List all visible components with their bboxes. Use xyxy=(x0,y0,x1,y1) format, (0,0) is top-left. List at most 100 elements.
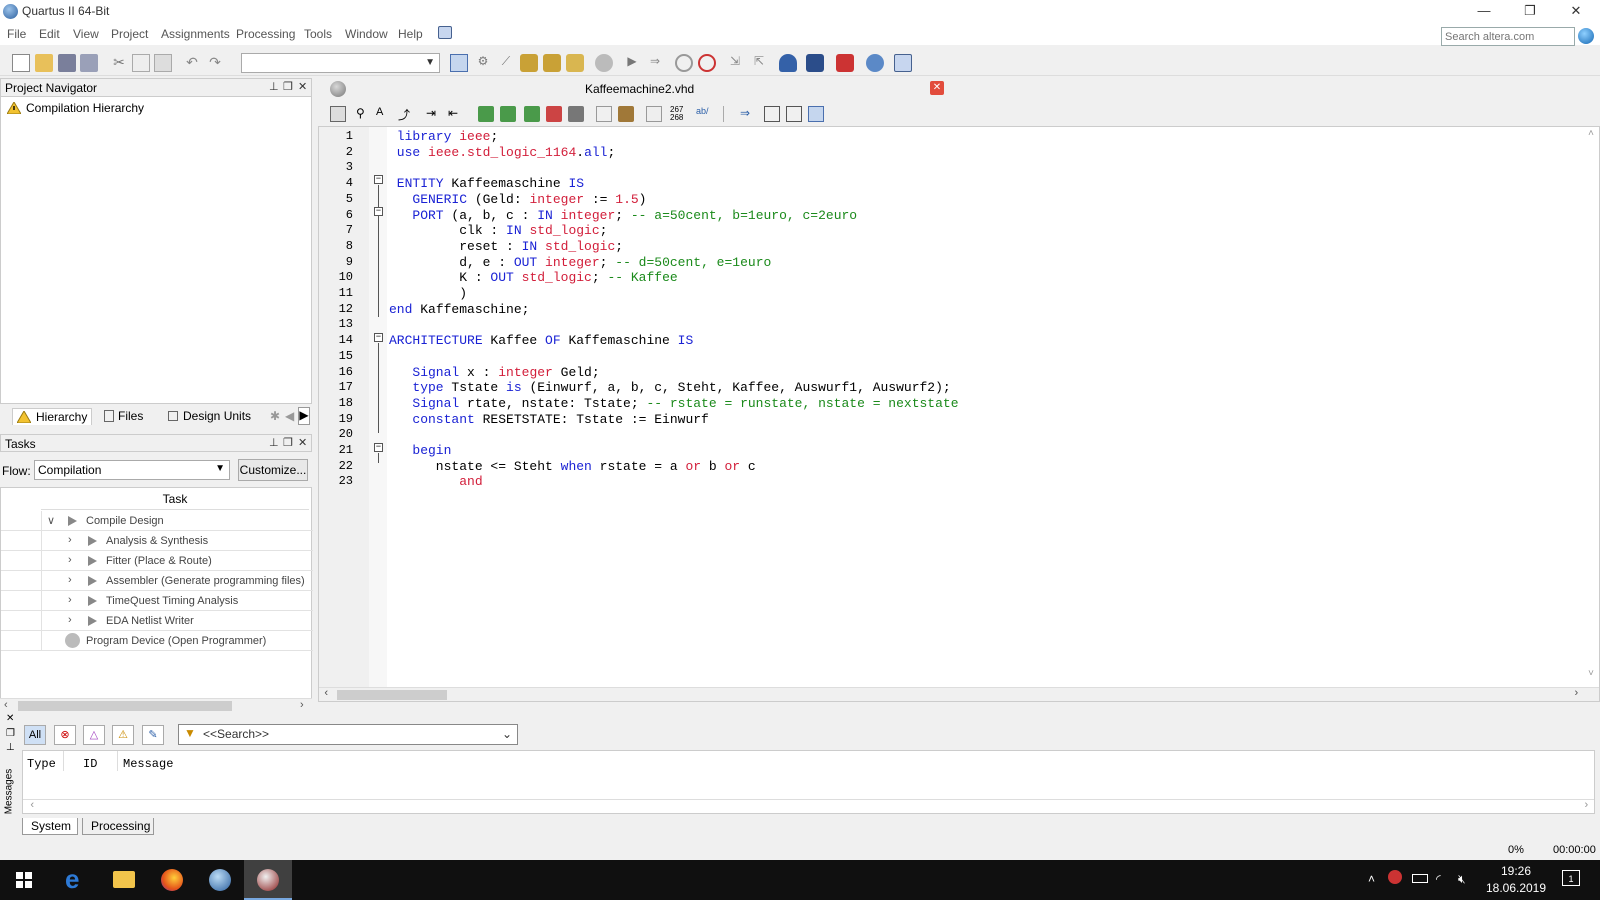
rtl-viewer-icon[interactable]: ⇲ xyxy=(726,54,744,72)
undo-icon[interactable]: ↶ xyxy=(183,54,201,72)
tab-system[interactable]: System xyxy=(22,818,78,835)
menu-tools[interactable]: Tools xyxy=(304,27,332,41)
editor-vscrollbar[interactable]: ˄ ˅ xyxy=(1585,127,1599,687)
revision-combo[interactable]: ▼ xyxy=(241,53,440,73)
stop-icon[interactable] xyxy=(595,54,613,72)
hierarchy-toggle-icon[interactable] xyxy=(450,54,468,72)
next-bookmark-icon[interactable] xyxy=(500,106,516,122)
find-icon[interactable]: ⚲ xyxy=(356,106,372,122)
taskbar-firefox[interactable] xyxy=(148,860,196,900)
menu-edit[interactable]: Edit xyxy=(39,27,60,41)
menu-file[interactable]: File xyxy=(7,27,26,41)
code-line[interactable]: type Tstate is (Einwurf, a, b, c, Steht,… xyxy=(389,380,950,395)
taskbar-clock[interactable]: 19:26 18.06.2019 xyxy=(1484,863,1548,897)
scroll-right-icon[interactable]: › xyxy=(1583,800,1590,812)
show-fold-icon[interactable] xyxy=(808,106,824,122)
code-line[interactable]: Signal x : integer Geld; xyxy=(389,365,599,380)
find-replace-icon[interactable]: A xyxy=(376,106,392,122)
expand-icon[interactable]: › xyxy=(68,554,72,566)
menu-project[interactable]: Project xyxy=(111,27,148,41)
scroll-thumb[interactable] xyxy=(18,701,232,711)
tab-design-units[interactable]: Design Units xyxy=(168,409,251,423)
task-row-program-device[interactable]: Program Device (Open Programmer) xyxy=(1,631,313,651)
analysis-icon[interactable] xyxy=(566,54,584,72)
expand-icon[interactable]: › xyxy=(68,534,72,546)
scroll-right-icon[interactable]: › xyxy=(1573,688,1580,700)
messages-hscrollbar[interactable]: ‹ › xyxy=(23,799,1594,813)
code-line[interactable]: ARCHITECTURE Kaffee OF Kaffemaschine IS xyxy=(389,333,693,348)
notification-center-icon[interactable]: 1 xyxy=(1562,870,1580,886)
code-line[interactable]: reset : IN std_logic; xyxy=(389,239,623,254)
programmer-icon[interactable] xyxy=(65,633,80,648)
filter-critical-icon[interactable]: △ xyxy=(83,725,105,745)
tab-files[interactable]: Files xyxy=(104,409,143,423)
wifi-icon[interactable]: ◜ xyxy=(1436,872,1441,886)
expand-all-icon[interactable] xyxy=(786,106,802,122)
code-line[interactable]: and xyxy=(389,474,482,489)
bookmark-icon[interactable] xyxy=(478,106,494,122)
fold-toggle-icon[interactable]: − xyxy=(374,175,383,184)
play-icon[interactable] xyxy=(88,536,97,546)
task-row-compile-design[interactable]: ∨ Compile Design xyxy=(1,511,313,531)
scroll-left-icon[interactable]: ‹ xyxy=(29,800,36,812)
filter-all-button[interactable]: All xyxy=(24,725,46,745)
scroll-down-icon[interactable]: ˅ xyxy=(1588,669,1594,680)
tray-app-icon[interactable] xyxy=(1388,870,1402,884)
taskbar-explorer[interactable] xyxy=(100,860,148,900)
code-line[interactable]: nstate <= Steht when rstate = a or b or … xyxy=(389,459,756,474)
messages-close-icon[interactable]: ✕ xyxy=(6,713,14,724)
toggle-comment-icon[interactable] xyxy=(646,106,662,122)
indent-icon[interactable]: ⇥ xyxy=(426,106,442,122)
chevron-down-icon[interactable]: ⌄ xyxy=(502,727,512,741)
start-analysis-icon[interactable]: ⇒ xyxy=(646,54,664,72)
tab-hierarchy[interactable]: Hierarchy xyxy=(12,408,93,425)
scroll-up-icon[interactable]: ˄ xyxy=(1588,129,1594,140)
menu-processing[interactable]: Processing xyxy=(236,27,295,41)
fold-toggle-icon[interactable]: − xyxy=(374,207,383,216)
chip-planner-icon[interactable] xyxy=(520,54,538,72)
start-compilation-icon[interactable]: ▶ xyxy=(623,54,641,72)
tasks-hscrollbar[interactable]: ‹ › xyxy=(0,698,312,712)
feedback-icon[interactable] xyxy=(894,54,912,72)
outdent-icon[interactable]: ⇤ xyxy=(448,106,464,122)
scroll-left-icon[interactable]: ‹ xyxy=(323,688,330,700)
code-line[interactable]: library ieee; xyxy=(389,129,498,144)
play-icon[interactable] xyxy=(88,616,97,626)
code-line[interactable]: ) xyxy=(389,286,467,301)
play-icon[interactable] xyxy=(88,596,97,606)
float-icon[interactable]: ❐ xyxy=(283,80,293,93)
float-icon[interactable]: ❐ xyxy=(283,436,293,449)
flow-select[interactable]: Compilation ▼ xyxy=(34,460,230,480)
start-button[interactable] xyxy=(0,860,48,900)
line-number-icon[interactable]: 267 268 xyxy=(670,106,686,122)
close-button[interactable]: ✕ xyxy=(1553,0,1599,23)
close-tab-icon[interactable]: ✕ xyxy=(930,81,944,95)
attach-icon[interactable] xyxy=(596,106,612,122)
panel-close-icon[interactable]: ✕ xyxy=(298,436,307,449)
chip-programmer-icon[interactable] xyxy=(836,54,854,72)
copy-icon[interactable] xyxy=(132,54,150,72)
goto-icon[interactable]: ⤴ xyxy=(398,106,414,122)
task-row-eda-netlist[interactable]: › EDA Netlist Writer xyxy=(1,611,313,631)
code-line[interactable]: d, e : OUT integer; -- d=50cent, e=1euro xyxy=(389,255,771,270)
messages-pin-icon[interactable]: ⊥ xyxy=(6,742,15,753)
code-line[interactable]: end Kaffemaschine; xyxy=(389,302,529,317)
task-row-timequest[interactable]: › TimeQuest Timing Analysis xyxy=(1,591,313,611)
compilation-hierarchy-item[interactable]: Compilation Hierarchy xyxy=(7,101,144,115)
arrow-right-icon[interactable]: ⇒ xyxy=(740,106,756,122)
menu-view[interactable]: View xyxy=(73,27,99,41)
expand-icon[interactable]: › xyxy=(68,594,72,606)
filter-errors-icon[interactable]: ⊗ xyxy=(54,725,76,745)
pin-planner-icon[interactable]: ⚙ xyxy=(474,54,492,72)
fold-toggle-icon[interactable]: − xyxy=(374,333,383,342)
filter-warnings-icon[interactable]: ⚠ xyxy=(112,725,134,745)
taskbar-quartus-active[interactable] xyxy=(244,860,292,900)
menu-window[interactable]: Window xyxy=(345,27,388,41)
code-line[interactable]: clk : IN std_logic; xyxy=(389,223,607,238)
filter-info-icon[interactable]: ✎ xyxy=(142,725,164,745)
fold-toggle-icon[interactable]: − xyxy=(374,443,383,452)
scroll-right-icon[interactable]: › xyxy=(300,699,304,711)
tab-ip-icon[interactable]: ✱ xyxy=(270,409,280,423)
code-line[interactable]: constant RESETSTATE: Tstate := Einwurf xyxy=(389,412,708,427)
delete-bookmark-icon[interactable] xyxy=(546,106,562,122)
